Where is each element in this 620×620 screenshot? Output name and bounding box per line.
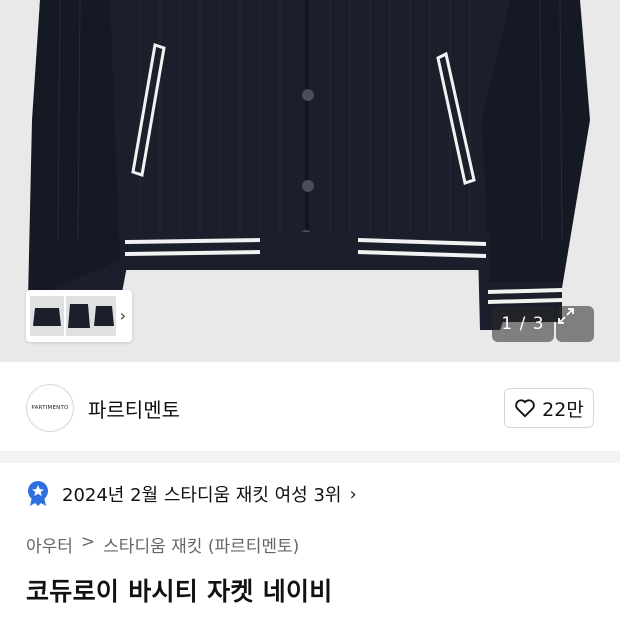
breadcrumb-item-subcategory[interactable]: 스타디움 재킷 (파르티멘토) xyxy=(103,532,299,557)
thumbnail-1[interactable] xyxy=(30,296,64,336)
ranking-text: 2024년 2월 스타디움 재킷 여성 3위 xyxy=(62,485,342,506)
like-button[interactable]: 22만 xyxy=(504,388,594,428)
heart-icon xyxy=(515,399,535,418)
breadcrumb-item-category[interactable]: 아우터 xyxy=(26,532,73,557)
seller-name[interactable]: 파르티멘토 xyxy=(88,394,180,423)
section-divider xyxy=(0,451,620,463)
breadcrumb-separator: > xyxy=(80,532,96,552)
thumbnail-2[interactable] xyxy=(66,296,92,336)
product-title: 코듀로이 바시티 자켓 네이비 xyxy=(26,577,333,606)
seller-row[interactable]: PARTIMENTO 파르티멘토 22만 xyxy=(26,384,594,432)
image-counter: 1 / 3 xyxy=(492,306,554,342)
thumbnail-3[interactable] xyxy=(92,296,116,336)
chevron-right-icon[interactable]: › xyxy=(120,306,126,325)
product-image[interactable]: › 1 / 3 xyxy=(0,0,620,362)
breadcrumb: 아우터 > 스타디움 재킷 (파르티멘토) xyxy=(26,532,299,557)
brand-logo[interactable]: PARTIMENTO xyxy=(26,384,74,432)
like-count: 22만 xyxy=(542,398,584,421)
ranking-link[interactable]: 2024년 2월 스타디움 재킷 여성 3위 › xyxy=(26,480,357,508)
ranking-badge-icon xyxy=(28,481,48,506)
thumbnail-strip[interactable]: › xyxy=(26,290,132,342)
chevron-right-icon: › xyxy=(349,483,357,505)
expand-icon[interactable] xyxy=(556,306,594,342)
brand-logo-text: PARTIMENTO xyxy=(31,405,69,411)
